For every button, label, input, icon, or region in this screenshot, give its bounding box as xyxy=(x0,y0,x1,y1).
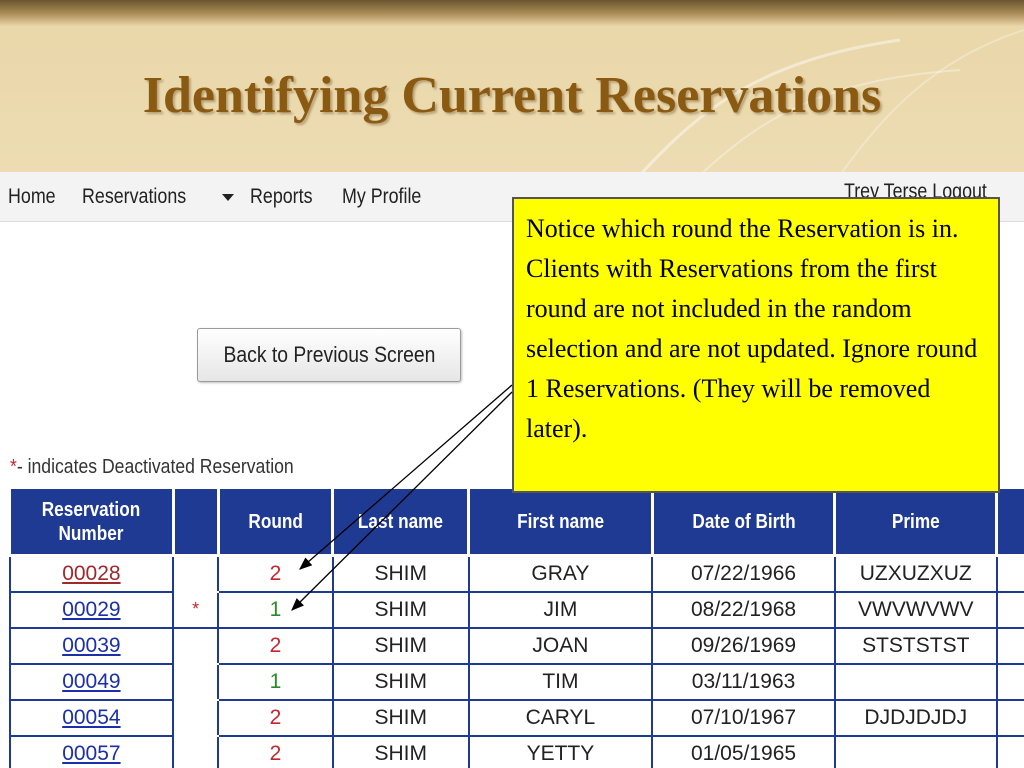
column-header-first-name[interactable]: First name xyxy=(467,486,654,557)
deactivated-legend: *- indicates Deactivated Reservation xyxy=(10,456,294,479)
round-cell: 2 xyxy=(217,734,334,768)
prime-cell: VWVWVWV xyxy=(833,590,998,629)
deactivated-cell xyxy=(172,554,220,593)
table-row: 00057 2 SHIM YETTY 01/05/1965 xyxy=(8,734,1024,768)
table-row: 00028 2 SHIM GRAY 07/22/1966 UZXUZXUZ xyxy=(8,554,1024,593)
slide-title: Identifying Current Reservations xyxy=(142,67,882,124)
prime-cell: STSTSTST xyxy=(833,626,998,665)
date-of-birth-cell: 08/22/1968 xyxy=(651,590,836,629)
reservation-number-link[interactable]: 00029 xyxy=(62,598,120,621)
reservation-number-link[interactable]: 00028 xyxy=(62,562,120,585)
deactivated-cell xyxy=(172,698,220,737)
table-row: 00039 2 SHIM JOAN 09/26/1969 STSTSTST xyxy=(8,626,1024,665)
extra-cell xyxy=(995,626,1024,665)
nav-reports-link[interactable]: Reports xyxy=(250,185,313,209)
last-name-cell: SHIM xyxy=(331,662,470,701)
back-button-label: Back to Previous Screen xyxy=(223,342,435,367)
first-name-cell: JOAN xyxy=(467,626,654,665)
reservation-number-link[interactable]: 00057 xyxy=(62,742,120,765)
extra-cell xyxy=(995,734,1024,768)
reservation-number-link[interactable]: 00054 xyxy=(62,706,120,729)
column-header-date-of-birth[interactable]: Date of Birth xyxy=(650,486,837,557)
first-name-cell: CARYL xyxy=(467,698,654,737)
column-header-deactivated xyxy=(171,486,220,557)
round-cell: 2 xyxy=(217,698,334,737)
round-cell: 1 xyxy=(217,590,334,629)
first-name-cell: YETTY xyxy=(467,734,654,768)
reservation-number-link[interactable]: 00039 xyxy=(62,634,120,657)
first-name-cell: JIM xyxy=(467,590,654,629)
column-header-last-name[interactable]: Last name xyxy=(331,486,471,557)
round-cell: 2 xyxy=(217,626,334,665)
chevron-down-icon[interactable] xyxy=(222,194,234,201)
reservation-number-cell: 00029 xyxy=(8,590,175,629)
reservations-table-container: Reservation Number Round Last name First… xyxy=(8,486,1024,768)
first-name-cell: GRAY xyxy=(467,554,654,593)
nav-home-link[interactable]: Home xyxy=(8,185,56,209)
date-of-birth-cell: 01/05/1965 xyxy=(651,734,836,768)
date-of-birth-cell: 07/10/1967 xyxy=(651,698,836,737)
last-name-cell: SHIM xyxy=(331,590,470,629)
extra-cell xyxy=(995,662,1024,701)
table-row: 00054 2 SHIM CARYL 07/10/1967 DJDJDJDJ xyxy=(8,698,1024,737)
table-header-row: Reservation Number Round Last name First… xyxy=(8,486,1024,557)
column-header-reservation-number[interactable]: Reservation Number xyxy=(8,486,175,557)
deactivated-cell: * xyxy=(172,590,220,629)
reservation-number-cell: 00054 xyxy=(8,698,175,737)
column-header-prime[interactable]: Prime xyxy=(833,486,999,557)
extra-cell xyxy=(995,554,1024,593)
reservation-number-link[interactable]: 00049 xyxy=(62,670,120,693)
legend-text: - indicates Deactivated Reservation xyxy=(16,456,294,478)
table-row: 00029 * 1 SHIM JIM 08/22/1968 VWVWVWV xyxy=(8,590,1024,629)
reservation-number-cell: 00028 xyxy=(8,554,175,593)
round-cell: 2 xyxy=(217,554,334,593)
prime-cell xyxy=(833,662,998,701)
column-header-round[interactable]: Round xyxy=(216,486,335,557)
date-of-birth-cell: 07/22/1966 xyxy=(651,554,836,593)
nav-reservations-menu[interactable]: Reservations xyxy=(82,185,186,209)
date-of-birth-cell: 09/26/1969 xyxy=(651,626,836,665)
last-name-cell: SHIM xyxy=(331,734,470,768)
column-header-extra xyxy=(995,486,1024,557)
date-of-birth-cell: 03/11/1963 xyxy=(651,662,836,701)
table-row: 00049 1 SHIM TIM 03/11/1963 xyxy=(8,662,1024,701)
extra-cell xyxy=(995,698,1024,737)
first-name-cell: TIM xyxy=(467,662,654,701)
deactivated-star-icon: * xyxy=(10,456,17,478)
last-name-cell: SHIM xyxy=(331,554,470,593)
reservation-number-cell: 00057 xyxy=(8,734,175,768)
deactivated-cell xyxy=(172,626,220,665)
deactivated-cell xyxy=(172,662,220,701)
reservations-table: Reservation Number Round Last name First… xyxy=(8,486,1024,768)
last-name-cell: SHIM xyxy=(331,698,470,737)
callout-note: Notice which round the Reservation is in… xyxy=(512,197,1000,493)
reservation-number-cell: 00039 xyxy=(8,626,175,665)
reservation-number-cell: 00049 xyxy=(8,662,175,701)
last-name-cell: SHIM xyxy=(331,626,470,665)
back-to-previous-screen-button[interactable]: Back to Previous Screen xyxy=(197,328,461,382)
prime-cell: UZXUZXUZ xyxy=(833,554,998,593)
round-cell: 1 xyxy=(217,662,334,701)
nav-my-profile-link[interactable]: My Profile xyxy=(342,185,421,209)
extra-cell xyxy=(995,590,1024,629)
prime-cell: DJDJDJDJ xyxy=(833,698,998,737)
deactivated-cell xyxy=(172,734,220,768)
prime-cell xyxy=(833,734,998,768)
